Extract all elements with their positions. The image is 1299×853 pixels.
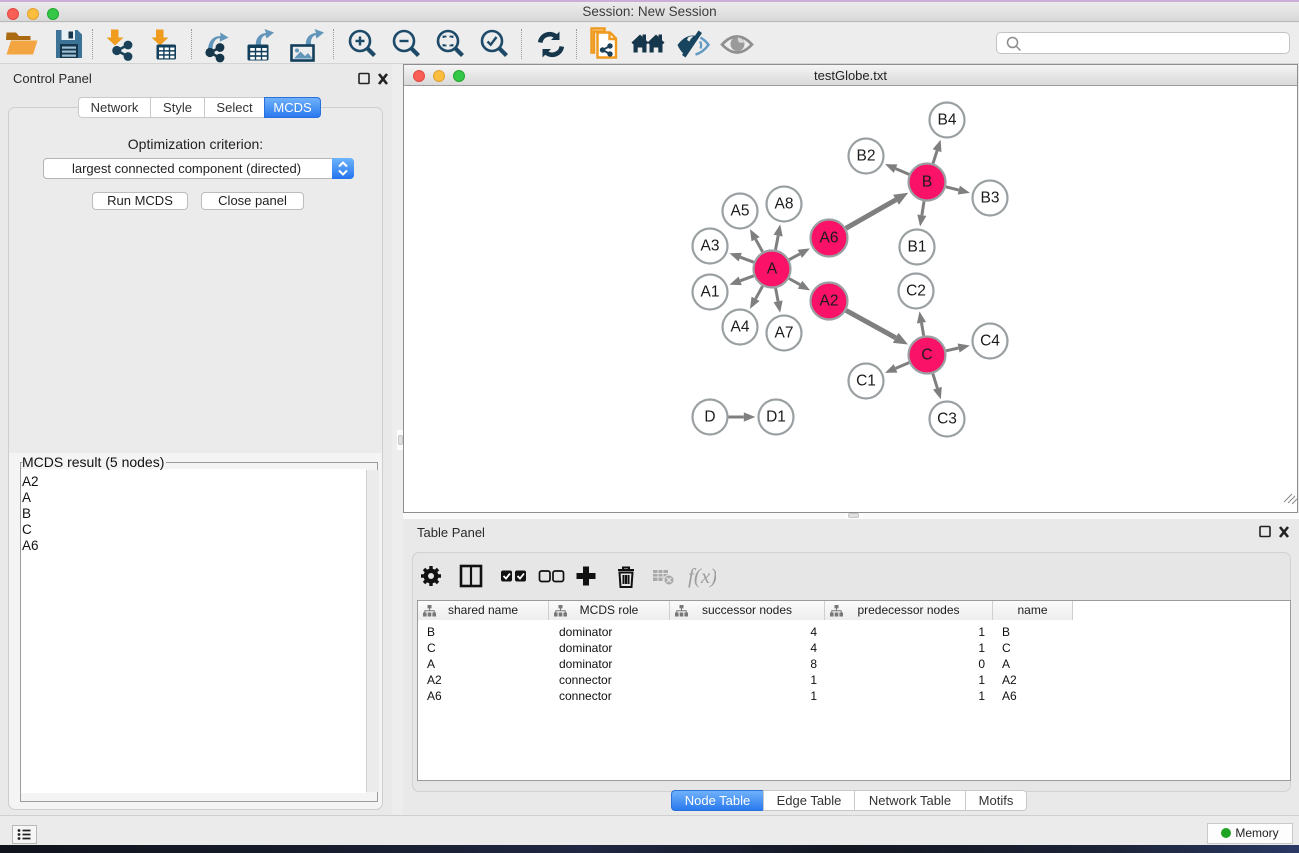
svg-text:A7: A7 <box>775 325 794 342</box>
svg-text:D: D <box>704 409 715 426</box>
svg-text:C4: C4 <box>980 333 1000 350</box>
svg-text:D1: D1 <box>766 409 786 426</box>
svg-text:C3: C3 <box>937 411 957 428</box>
svg-text:C: C <box>921 347 932 364</box>
svg-text:A6: A6 <box>820 230 839 247</box>
svg-text:A1: A1 <box>701 284 720 301</box>
svg-text:f(x): f(x) <box>688 564 716 588</box>
svg-text:A5: A5 <box>731 203 750 220</box>
svg-text:C1: C1 <box>856 373 876 390</box>
svg-text:B4: B4 <box>938 112 957 129</box>
svg-text:B: B <box>922 174 932 191</box>
svg-text:B1: B1 <box>908 239 927 256</box>
svg-text:B3: B3 <box>981 190 1000 207</box>
svg-text:B2: B2 <box>857 148 876 165</box>
svg-text:A3: A3 <box>701 238 720 255</box>
svg-text:A2: A2 <box>820 293 839 310</box>
svg-text:A: A <box>767 261 778 278</box>
svg-text:C2: C2 <box>906 283 926 300</box>
svg-text:A8: A8 <box>775 196 794 213</box>
svg-text:A4: A4 <box>731 319 750 336</box>
